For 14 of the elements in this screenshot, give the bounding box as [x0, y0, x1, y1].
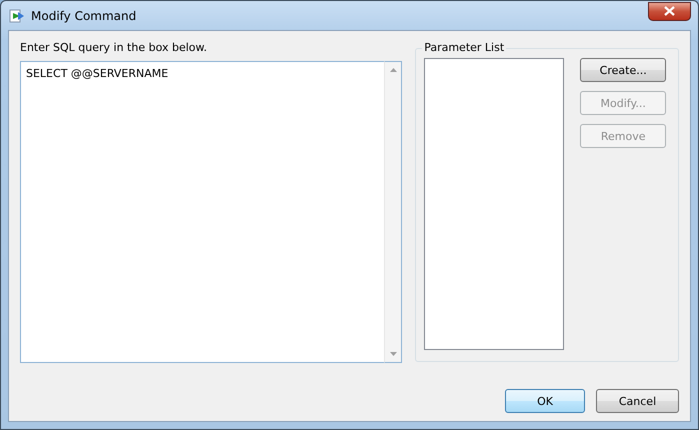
query-field[interactable]: SELECT @@SERVERNAME: [20, 61, 384, 363]
window-title: Modify Command: [31, 8, 136, 22]
close-button[interactable]: [648, 2, 691, 20]
group-title: Parameter List: [422, 41, 506, 54]
parameter-list[interactable]: [424, 58, 564, 350]
scroll-down-icon[interactable]: [390, 352, 397, 356]
scrollbar[interactable]: [384, 61, 402, 363]
query-label: Enter SQL query in the box below.: [20, 41, 208, 56]
scroll-up-icon[interactable]: [390, 68, 397, 72]
dialog-button[interactable]: Cancel: [596, 389, 679, 413]
parameter-button[interactable]: Create...: [580, 58, 666, 82]
arrow-icon: [9, 8, 25, 24]
dialog-button[interactable]: OK: [505, 389, 585, 413]
close-icon: [664, 6, 675, 16]
